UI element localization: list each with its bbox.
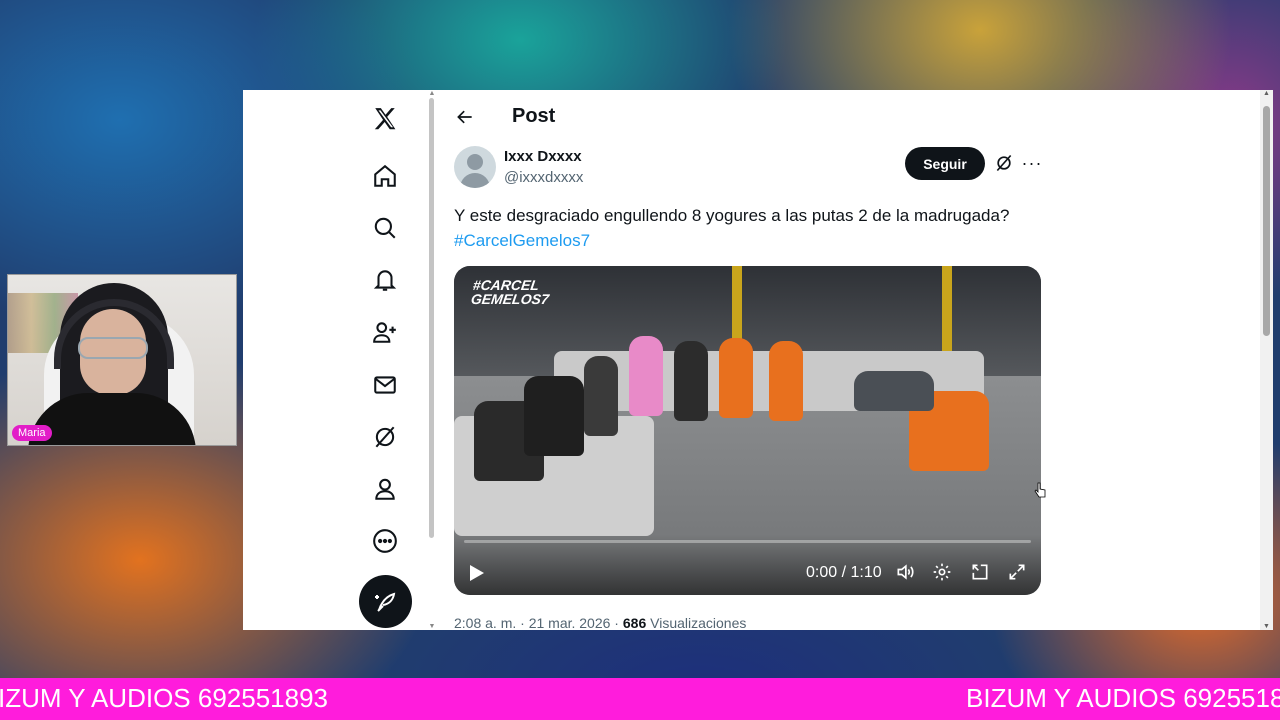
streamer-name-tag: Maria bbox=[12, 425, 52, 441]
hashtag-link[interactable]: #CarcelGemelos7 bbox=[454, 231, 590, 250]
post-timestamp[interactable]: 2:08 a. m. · 21 mar. 2026 · bbox=[454, 615, 623, 630]
mouse-cursor-icon bbox=[1034, 482, 1046, 498]
search-icon[interactable] bbox=[370, 213, 400, 243]
play-button[interactable] bbox=[466, 562, 488, 584]
fullscreen-icon[interactable] bbox=[1006, 561, 1028, 583]
ticker-banner: IZUM Y AUDIOS 692551893 BIZUM Y AUDIOS 6… bbox=[0, 678, 1280, 720]
tweet-body: Y este desgraciado engullendo 8 yogures … bbox=[454, 206, 1010, 225]
play-icon bbox=[470, 565, 484, 581]
more-circle-icon[interactable] bbox=[370, 526, 400, 556]
compose-post-button[interactable] bbox=[359, 575, 412, 628]
feather-icon bbox=[374, 592, 395, 612]
people-icon[interactable] bbox=[370, 317, 400, 347]
page-title: Post bbox=[512, 105, 556, 127]
picture-in-picture-icon[interactable] bbox=[969, 561, 991, 583]
ticker-text-left: IZUM Y AUDIOS 692551893 bbox=[0, 683, 329, 713]
sidebar-scroll-thumb[interactable] bbox=[429, 98, 434, 538]
scroll-up-arrow-icon[interactable]: ▲ bbox=[428, 90, 436, 97]
page-scroll-down-icon[interactable]: ▼ bbox=[1260, 623, 1273, 630]
webcam-overlay: Maria bbox=[7, 274, 237, 446]
video-show-logo: #CARCEL GEMELOS7 bbox=[469, 277, 550, 307]
more-options-icon[interactable]: ··· bbox=[1021, 152, 1043, 174]
ticker-text-right: BIZUM Y AUDIOS 6925518 bbox=[966, 683, 1280, 713]
post-main-column: Post Ixxx Dxxxx @ixxxdxxxx Seguir ··· Y … bbox=[438, 90, 1258, 630]
page-scroll-up-icon[interactable]: ▲ bbox=[1260, 90, 1273, 97]
post-metadata: 2:08 a. m. · 21 mar. 2026 · 686 Visualiz… bbox=[454, 615, 746, 630]
sidebar-scrollbar[interactable]: ▲ ▼ bbox=[428, 90, 436, 630]
video-player[interactable]: #CARCEL GEMELOS7 0:00 / 1:10 bbox=[454, 266, 1041, 595]
grok-explain-icon[interactable] bbox=[993, 152, 1015, 174]
views-count: 686 bbox=[622, 615, 647, 630]
tweet-text: Y este desgraciado engullendo 8 yogures … bbox=[454, 203, 1054, 253]
views-label: Visualizaciones bbox=[646, 615, 747, 630]
page-scroll-thumb[interactable] bbox=[1263, 106, 1270, 336]
mail-icon[interactable] bbox=[370, 370, 400, 400]
home-icon[interactable] bbox=[370, 161, 400, 191]
profile-icon[interactable] bbox=[370, 474, 400, 504]
scroll-down-arrow-icon[interactable]: ▼ bbox=[428, 623, 436, 630]
back-button[interactable] bbox=[452, 106, 478, 128]
browser-window: ▲ ▼ Post Ixxx Dxxxx @ixxxdxxxx Seguir ··… bbox=[243, 90, 1273, 630]
video-controls: 0:00 / 1:10 bbox=[454, 535, 1041, 595]
author-display-name[interactable]: Ixxx Dxxxx bbox=[504, 148, 582, 165]
page-scrollbar[interactable]: ▲ ▼ bbox=[1260, 90, 1273, 630]
x-logo-icon[interactable] bbox=[370, 104, 400, 134]
settings-gear-icon[interactable] bbox=[931, 561, 953, 583]
grok-icon[interactable] bbox=[370, 422, 400, 452]
video-time: 0:00 / 1:10 bbox=[806, 564, 882, 581]
avatar[interactable] bbox=[454, 146, 496, 188]
volume-icon[interactable] bbox=[894, 561, 916, 583]
post-header: Post bbox=[438, 90, 1038, 145]
video-progress-bar[interactable] bbox=[464, 540, 1031, 543]
sidebar-nav bbox=[243, 90, 428, 630]
author-handle[interactable]: @ixxxdxxxx bbox=[504, 169, 583, 186]
bell-icon[interactable] bbox=[370, 265, 400, 295]
follow-button[interactable]: Seguir bbox=[905, 147, 985, 180]
arrow-left-icon bbox=[457, 110, 472, 124]
